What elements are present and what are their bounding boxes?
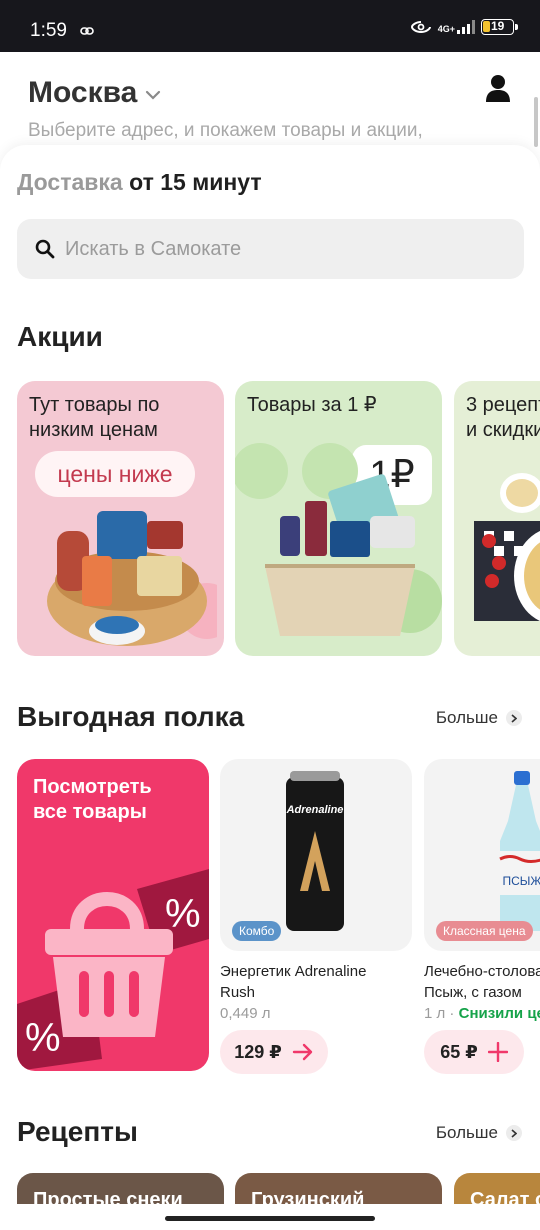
address-hint[interactable]: Выберите адрес, и покажем товары и акции… [28, 120, 423, 142]
grocery-basket-image [47, 511, 217, 646]
chevron-right-icon [506, 1125, 522, 1141]
chevron-right-icon [506, 710, 522, 726]
product-volume: 0,449 л [220, 1005, 271, 1022]
product-price: 65 ₽ [440, 1041, 478, 1062]
status-time: 1:59 [30, 20, 67, 41]
product-card[interactable]: ПСЫЖ Классная цена Лечебно-столовая Псыж… [424, 759, 540, 1074]
pasta-dish-image [474, 473, 540, 621]
home-gesture-handle[interactable] [165, 1216, 375, 1221]
promotions-title: Акции [17, 321, 103, 352]
more-label: Больше [435, 708, 498, 727]
product-badge: Комбо [232, 921, 282, 941]
product-image: Adrenaline Комбо [220, 759, 412, 951]
arrow-right-icon [292, 1043, 312, 1061]
main-sheet: Доставка от 15 минут Искать в Самокате А… [0, 145, 540, 1215]
promo-title-line: Тут товары по [29, 394, 160, 416]
svg-text:%: % [25, 1016, 61, 1060]
city-selector[interactable]: Москва [28, 76, 161, 110]
more-label: Больше [435, 1123, 498, 1142]
network-label: 4G+ [437, 24, 455, 34]
promo-title: Тут товары по низким ценам [29, 393, 159, 443]
signal-icon [457, 20, 475, 34]
header: Москва Выберите адрес, и покажем товары … [0, 52, 540, 147]
promo-title-line: и скидки [466, 419, 540, 441]
product-name: Лечебно-столовая Псыж, с газом [424, 961, 540, 1003]
delivery-label: Доставка [17, 169, 123, 195]
goods-bag-image [235, 443, 442, 636]
recipes-title: Рецепты [17, 1116, 138, 1147]
delivery-time: от 15 минут [129, 169, 262, 195]
water-bottle-image: ПСЫЖ [499, 771, 540, 931]
discount-label: Снизили цену [458, 1005, 540, 1022]
chevron-down-icon [146, 90, 161, 100]
plus-icon [487, 1042, 508, 1062]
deals-more-link[interactable]: Больше [436, 708, 522, 728]
view-all-products-card[interactable]: Посмотреть все товары % % [17, 759, 209, 1071]
product-card[interactable]: Adrenaline Комбо Энергетик Adrenaline Ru… [220, 759, 412, 1074]
hotspot-icon [410, 21, 431, 34]
product-image: ПСЫЖ Классная цена [424, 759, 540, 951]
product-name-line: Лечебно-столовая [424, 963, 540, 980]
status-bar: 1:59 4G+ 19 [0, 0, 540, 52]
product-name-line: Rush [220, 984, 256, 1001]
promo-card-one-ruble[interactable]: Товары за 1 ₽ 1₽ [235, 381, 442, 656]
scrollbar[interactable] [534, 97, 538, 147]
product-volume: 1 л · Снизили цену [424, 1005, 540, 1022]
promo-title-line: низким ценам [29, 419, 158, 441]
profile-icon[interactable] [486, 74, 510, 102]
network-indicator: 4G+ [438, 20, 475, 34]
product-price: 129 ₽ [234, 1041, 282, 1062]
product-name: Энергетик Adrenaline Rush [220, 961, 412, 1003]
search-placeholder: Искать в Самокате [65, 237, 242, 260]
search-input[interactable]: Искать в Самокате [17, 219, 524, 279]
svg-text:%: % [165, 892, 201, 936]
add-to-cart-button[interactable]: 129 ₽ [220, 1030, 328, 1074]
battery-level: 19 [491, 19, 505, 33]
link-icon [80, 27, 94, 35]
recipes-more-link[interactable]: Больше [436, 1123, 522, 1143]
promo-card-recipes[interactable]: 3 рецепта и скидки [454, 381, 540, 656]
svg-text:ПСЫЖ: ПСЫЖ [503, 874, 540, 888]
view-all-line: Посмотреть [33, 776, 152, 798]
view-all-title: Посмотреть все товары [33, 775, 152, 825]
deals-title: Выгодная полка [17, 701, 245, 732]
shopping-basket-icon: % % [17, 869, 209, 1071]
battery-icon: 19 [481, 19, 518, 35]
promo-title: 3 рецепта и скидки [466, 393, 540, 443]
delivery-info: Доставка от 15 минут [17, 169, 262, 196]
promo-card-low-prices[interactable]: Тут товары по низким ценам цены ниже [17, 381, 224, 656]
product-name-line: Энергетик Adrenaline [220, 963, 367, 980]
product-name-line: Псыж, с газом [424, 984, 522, 1001]
product-badge: Классная цена [436, 921, 533, 941]
city-name: Москва [28, 76, 138, 109]
svg-text:Adrenaline: Adrenaline [286, 804, 344, 816]
energy-drink-can-image: Adrenaline [286, 771, 344, 931]
promo-title-line: 3 рецепта [466, 394, 540, 416]
promo-title: Товары за 1 ₽ [247, 394, 377, 416]
system-nav-bar [0, 1204, 540, 1230]
view-all-line: все товары [33, 801, 147, 823]
search-icon [35, 239, 55, 259]
prices-lower-pill: цены ниже [35, 451, 195, 497]
add-to-cart-button[interactable]: 65 ₽ [424, 1030, 524, 1074]
product-volume-value: 1 л · [424, 1005, 455, 1022]
